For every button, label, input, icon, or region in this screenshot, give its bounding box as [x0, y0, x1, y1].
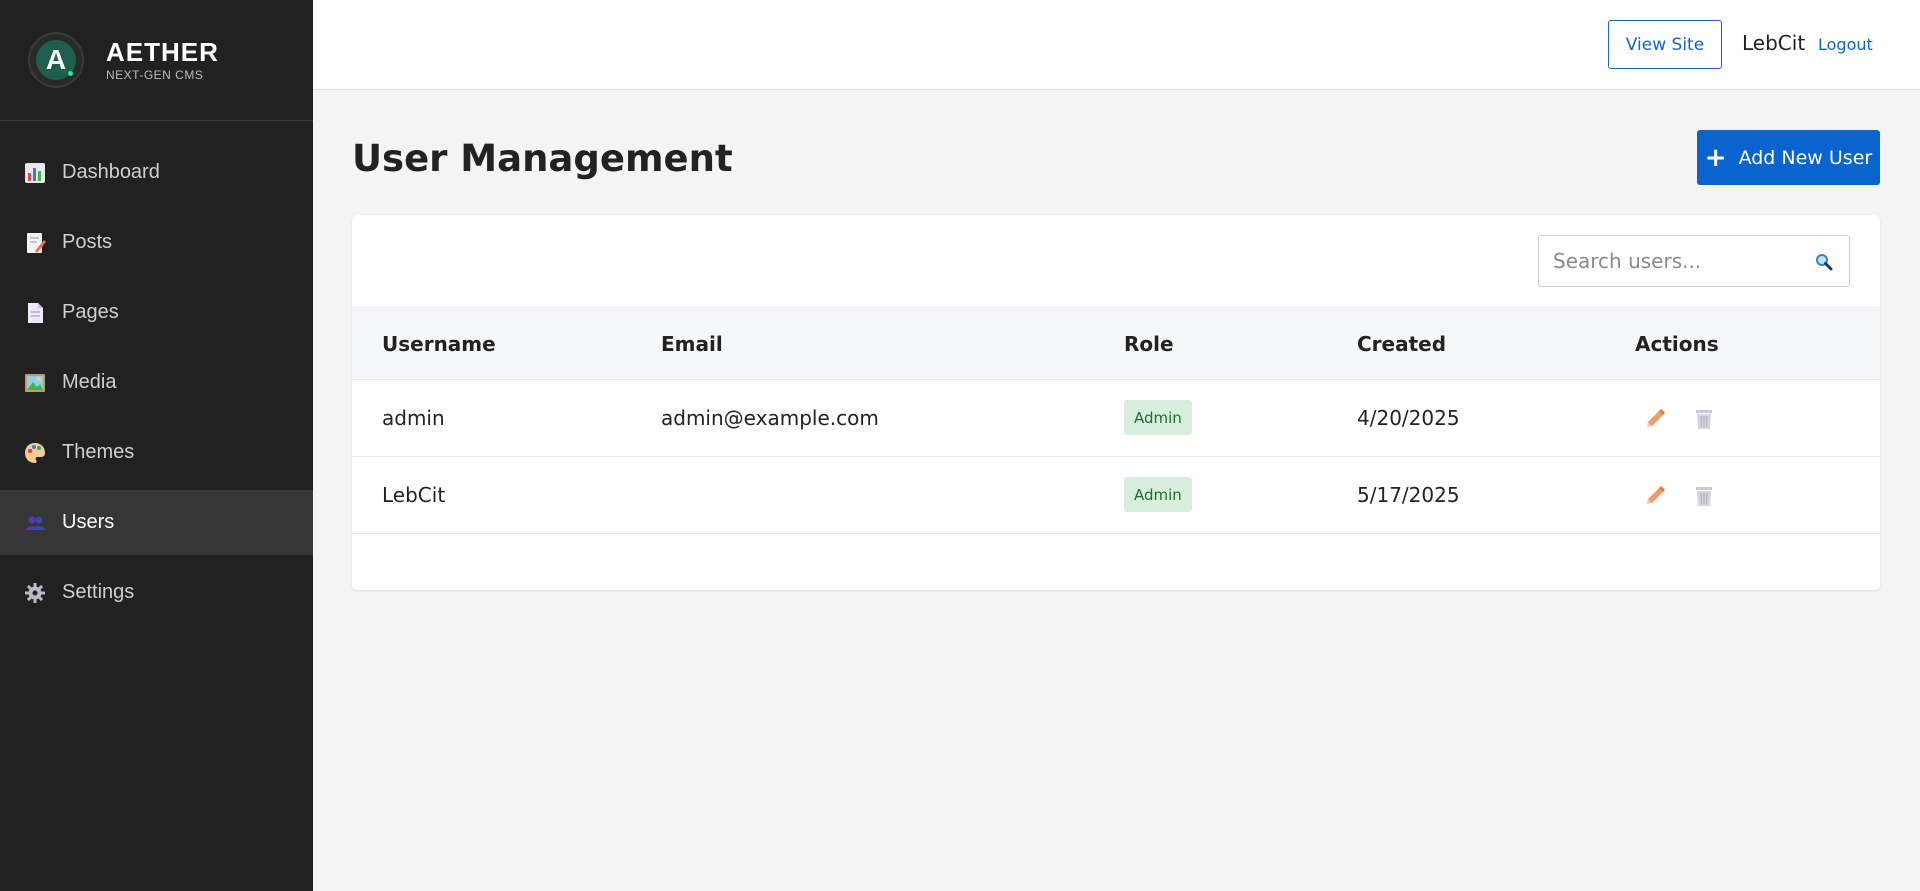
brand-subtitle: NEXT-GEN CMS	[106, 68, 204, 82]
sidebar-item-label: Users	[62, 511, 115, 533]
page-title: User Management	[352, 137, 733, 180]
sidebar-item-label: Posts	[62, 231, 113, 253]
logo-dot	[68, 71, 73, 76]
picture-icon	[23, 371, 47, 395]
brand-title: AETHER	[106, 37, 219, 67]
column-header-actions: Actions	[1635, 332, 1719, 356]
trash-icon[interactable]	[1691, 483, 1717, 509]
sidebar: A AETHER NEXT-GEN CMS Dashboard Posts Pa…	[0, 0, 313, 891]
table-row: admin admin@example.com Admin 4/20/2025	[352, 380, 1880, 457]
sidebar-item-pages[interactable]: Pages	[0, 280, 313, 345]
sidebar-item-label: Pages	[62, 301, 119, 323]
sidebar-item-label: Dashboard	[62, 161, 160, 183]
cell-email: admin@example.com	[661, 406, 879, 430]
memo-icon	[23, 231, 47, 255]
sidebar-item-users[interactable]: Users	[0, 490, 313, 555]
column-header-created[interactable]: Created	[1357, 332, 1446, 356]
sidebar-item-label: Media	[62, 371, 117, 393]
bar-chart-icon	[23, 161, 47, 185]
users-table-card: Username Email Role Created Actions admi…	[352, 215, 1880, 590]
top-header: View Site LebCit Logout	[313, 0, 1920, 90]
pencil-icon[interactable]	[1642, 406, 1668, 432]
cell-username: admin	[382, 406, 445, 430]
add-new-user-label: Add New User	[1738, 146, 1873, 169]
logo: A	[28, 32, 84, 88]
sidebar-item-dashboard[interactable]: Dashboard	[0, 140, 313, 205]
role-badge: Admin	[1124, 400, 1192, 435]
gear-icon	[23, 581, 47, 605]
sidebar-item-posts[interactable]: Posts	[0, 210, 313, 275]
add-new-user-button[interactable]: + Add New User	[1697, 130, 1880, 185]
current-user-name: LebCit	[1742, 31, 1806, 55]
plus-icon: +	[1704, 142, 1727, 173]
sidebar-item-media[interactable]: Media	[0, 350, 313, 415]
search-icon[interactable]	[1815, 253, 1833, 271]
column-header-email[interactable]: Email	[661, 332, 723, 356]
sidebar-item-themes[interactable]: Themes	[0, 420, 313, 485]
cell-created: 4/20/2025	[1357, 406, 1460, 430]
cell-username: LebCit	[382, 483, 446, 507]
trash-icon[interactable]	[1691, 406, 1717, 432]
sidebar-item-settings[interactable]: Settings	[0, 560, 313, 625]
cell-created: 5/17/2025	[1357, 483, 1460, 507]
role-badge: Admin	[1124, 477, 1192, 512]
column-header-username[interactable]: Username	[382, 332, 496, 356]
table-row: LebCit Admin 5/17/2025	[352, 457, 1880, 534]
pencil-icon[interactable]	[1642, 483, 1668, 509]
column-header-role[interactable]: Role	[1124, 332, 1174, 356]
sidebar-item-label: Themes	[62, 441, 135, 463]
search-box[interactable]	[1538, 235, 1850, 287]
users-icon	[23, 511, 47, 535]
sidebar-item-label: Settings	[62, 581, 135, 603]
brand[interactable]: A AETHER NEXT-GEN CMS	[0, 0, 313, 121]
table-header: Username Email Role Created Actions	[352, 307, 1880, 380]
search-input[interactable]	[1539, 249, 1799, 273]
view-site-button[interactable]: View Site	[1608, 20, 1722, 69]
palette-icon	[23, 441, 47, 465]
sidebar-nav: Dashboard Posts Pages Media Themes Users…	[0, 140, 313, 625]
page-icon	[23, 301, 47, 325]
logout-link[interactable]: Logout	[1818, 35, 1873, 54]
